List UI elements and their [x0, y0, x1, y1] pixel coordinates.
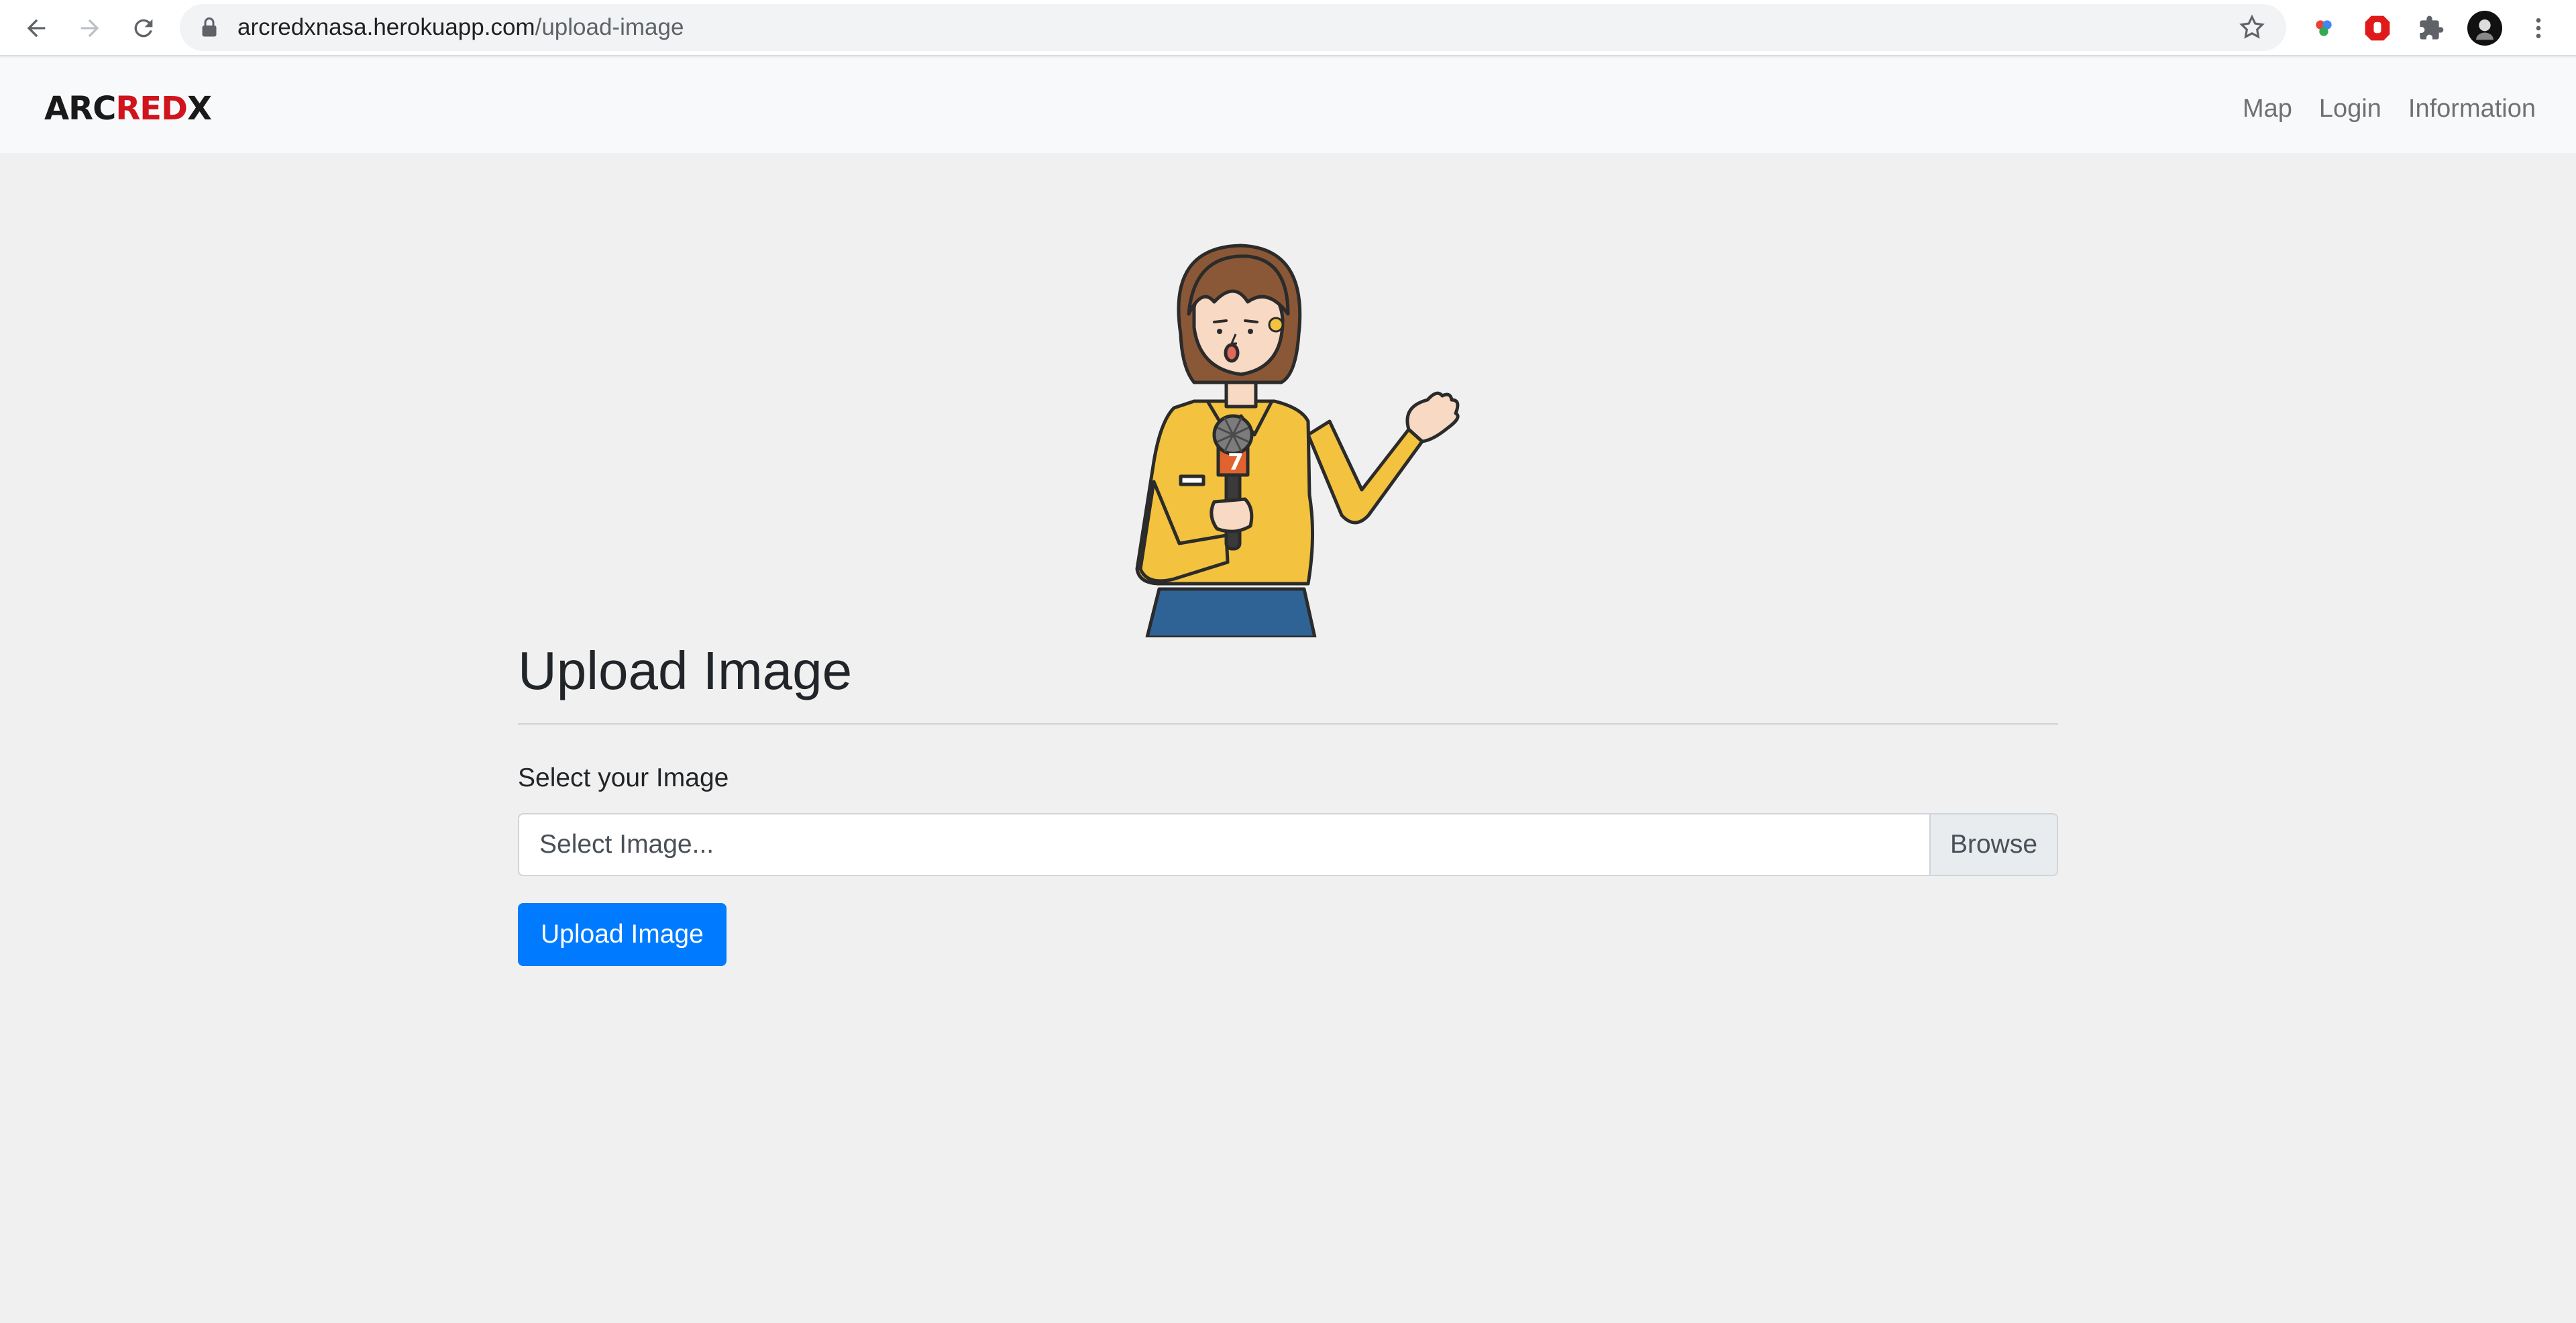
page-title: Upload Image: [518, 641, 853, 700]
lock-icon: [201, 17, 217, 41]
site-navbar: ARCREDX Map Login Information: [0, 58, 2576, 153]
url-text: arcredxnasa.herokuapp.com/upload-image: [237, 4, 684, 51]
extension-colorful-icon[interactable]: [2305, 9, 2343, 47]
nav-link-login[interactable]: Login: [2319, 89, 2381, 129]
browser-toolbar: arcredxnasa.herokuapp.com/upload-image: [0, 0, 2576, 56]
adblock-stop-icon[interactable]: [2359, 9, 2396, 47]
brand-part-red: RED: [115, 90, 188, 127]
svg-text:7: 7: [1228, 449, 1244, 476]
file-input-label: Select your Image: [518, 763, 729, 792]
file-input-group[interactable]: Select Image... Browse: [518, 813, 2058, 876]
upload-image-button[interactable]: Upload Image: [518, 903, 727, 966]
nav-links: Map Login Information: [2243, 89, 2536, 129]
url-path: /upload-image: [535, 14, 684, 40]
back-arrow-icon[interactable]: [17, 9, 55, 47]
file-input-field[interactable]: Select Image...: [519, 814, 1929, 875]
divider: [518, 723, 2058, 725]
extensions-puzzle-icon[interactable]: [2412, 9, 2450, 47]
address-bar[interactable]: arcredxnasa.herokuapp.com/upload-image: [180, 4, 2286, 51]
brand-part-arc: ARC: [44, 90, 116, 127]
url-domain: arcredxnasa.herokuapp.com: [237, 14, 535, 40]
profile-avatar[interactable]: [2466, 9, 2504, 47]
nav-link-information[interactable]: Information: [2408, 89, 2536, 129]
nav-link-map[interactable]: Map: [2243, 89, 2292, 129]
more-menu-icon[interactable]: [2520, 9, 2557, 47]
brand-logo[interactable]: ARCREDX: [44, 90, 212, 127]
bookmark-star-icon[interactable]: [2238, 13, 2266, 45]
reporter-illustration: 7: [1107, 240, 1469, 639]
reload-icon[interactable]: [125, 9, 162, 47]
browse-button[interactable]: Browse: [1929, 814, 2057, 875]
brand-part-x: X: [186, 90, 212, 127]
forward-arrow-icon[interactable]: [71, 9, 109, 47]
upload-form-container: Upload Image Select your Image Select Im…: [518, 637, 2058, 966]
